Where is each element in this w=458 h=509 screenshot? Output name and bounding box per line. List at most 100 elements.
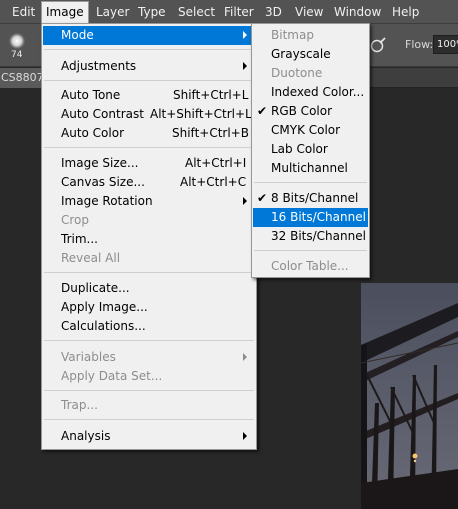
separator: [44, 340, 254, 341]
menu-view[interactable]: View: [295, 0, 323, 24]
menu-filter[interactable]: Filter: [224, 0, 254, 24]
menu-item-grayscale[interactable]: Grayscale: [253, 45, 368, 64]
submenu-arrow-icon: [243, 353, 247, 361]
separator: [44, 272, 254, 273]
menu-item-canvas-size[interactable]: Canvas Size... Alt+Ctrl+C: [43, 173, 255, 192]
cmyk-color-label: CMYK Color: [271, 123, 341, 137]
analysis-label: Analysis: [61, 429, 111, 443]
image-menu: Mode Adjustments Auto Tone Shift+Ctrl+L …: [41, 23, 257, 450]
airbrush-icon[interactable]: [369, 36, 387, 54]
checkmark-icon: ✔: [257, 191, 268, 205]
adjustments-label: Adjustments: [61, 59, 137, 73]
menu-item-indexed-color[interactable]: Indexed Color...: [253, 83, 368, 102]
menu-item-trim[interactable]: Trim...: [43, 230, 255, 249]
flow-input[interactable]: 100%: [433, 35, 458, 54]
menu-select[interactable]: Select: [178, 0, 215, 24]
image-size-label: Image Size...: [61, 156, 139, 170]
mode-submenu: Bitmap Grayscale Duotone Indexed Color..…: [251, 23, 370, 278]
photoshop-window: Edit Image Layer Type Select Filter 3D V…: [0, 0, 458, 509]
menu-help[interactable]: Help: [392, 0, 419, 24]
menu-item-reveal-all[interactable]: Reveal All: [43, 249, 255, 268]
auto-color-label: Auto Color: [61, 126, 125, 140]
color-table-label: Color Table...: [271, 259, 349, 273]
menu-item-calculations[interactable]: Calculations...: [43, 317, 255, 336]
menu-type[interactable]: Type: [138, 0, 166, 24]
flow-label: Flow:: [405, 38, 434, 51]
menu-item-16-bits[interactable]: 16 Bits/Channel: [253, 208, 368, 227]
image-size-shortcut: Alt+Ctrl+I: [185, 156, 247, 170]
checkmark-icon: ✔: [257, 104, 268, 118]
menu-item-crop[interactable]: Crop: [43, 211, 255, 230]
submenu-arrow-icon: [243, 31, 247, 39]
menu-item-adjustments[interactable]: Adjustments: [43, 57, 255, 76]
menu-bar: Edit Image Layer Type Select Filter 3D V…: [0, 0, 458, 24]
16-bits-label: 16 Bits/Channel: [271, 210, 366, 224]
apply-data-set-label: Apply Data Set...: [61, 369, 163, 383]
trap-label: Trap...: [61, 398, 98, 412]
menu-item-duplicate[interactable]: Duplicate...: [43, 279, 255, 298]
multichannel-label: Multichannel: [271, 161, 348, 175]
menu-item-analysis[interactable]: Analysis: [43, 427, 255, 446]
menu-item-mode[interactable]: Mode: [43, 26, 255, 45]
menu-item-duotone[interactable]: Duotone: [253, 64, 368, 83]
32-bits-label: 32 Bits/Channel: [271, 229, 366, 243]
menu-item-color-table[interactable]: Color Table...: [253, 257, 368, 276]
auto-contrast-shortcut: Alt+Shift+Ctrl+L: [150, 107, 252, 121]
menu-item-multichannel[interactable]: Multichannel: [253, 159, 368, 178]
photo-bridge-image: [361, 283, 458, 509]
menu-item-cmyk-color[interactable]: CMYK Color: [253, 121, 368, 140]
menu-image[interactable]: Image: [41, 1, 89, 24]
menu-window[interactable]: Window: [334, 0, 381, 24]
menu-item-apply-image[interactable]: Apply Image...: [43, 298, 255, 317]
menu-item-auto-tone[interactable]: Auto Tone Shift+Ctrl+L: [43, 86, 255, 105]
menu-item-rgb-color[interactable]: ✔ RGB Color: [253, 102, 368, 121]
grayscale-label: Grayscale: [271, 47, 331, 61]
auto-tone-label: Auto Tone: [61, 88, 121, 102]
brush-preset-icon[interactable]: [7, 32, 27, 52]
auto-color-shortcut: Shift+Ctrl+B: [172, 126, 249, 140]
mode-label: Mode: [61, 28, 94, 42]
lab-color-label: Lab Color: [271, 142, 328, 156]
menu-item-image-rotation[interactable]: Image Rotation: [43, 192, 255, 211]
separator: [44, 147, 254, 148]
menu-item-lab-color[interactable]: Lab Color: [253, 140, 368, 159]
image-rotation-label: Image Rotation: [61, 194, 153, 208]
separator: [254, 182, 367, 183]
brush-size-label: 74: [11, 50, 23, 60]
separator: [254, 250, 367, 251]
auto-tone-shortcut: Shift+Ctrl+L: [173, 88, 249, 102]
variables-label: Variables: [61, 350, 116, 364]
menu-item-trap[interactable]: Trap...: [43, 396, 255, 415]
separator: [44, 80, 254, 81]
trim-label: Trim...: [61, 232, 98, 246]
reveal-all-label: Reveal All: [61, 251, 121, 265]
menu-item-apply-data-set[interactable]: Apply Data Set...: [43, 367, 255, 386]
indexed-color-label: Indexed Color...: [271, 85, 365, 99]
calculations-label: Calculations...: [61, 319, 146, 333]
bitmap-label: Bitmap: [271, 28, 314, 42]
menu-layer[interactable]: Layer: [96, 0, 129, 24]
submenu-arrow-icon: [243, 197, 247, 205]
canvas-size-shortcut: Alt+Ctrl+C: [180, 175, 247, 189]
menu-item-8-bits[interactable]: ✔ 8 Bits/Channel: [253, 189, 368, 208]
8-bits-label: 8 Bits/Channel: [271, 191, 359, 205]
separator: [44, 419, 254, 420]
menu-item-auto-color[interactable]: Auto Color Shift+Ctrl+B: [43, 124, 255, 143]
duplicate-label: Duplicate...: [61, 281, 130, 295]
menu-item-auto-contrast[interactable]: Auto Contrast Alt+Shift+Ctrl+L: [43, 105, 255, 124]
apply-image-label: Apply Image...: [61, 300, 148, 314]
crop-label: Crop: [61, 213, 90, 227]
menu-item-bitmap[interactable]: Bitmap: [253, 26, 368, 45]
menu-edit[interactable]: Edit: [12, 0, 35, 24]
submenu-arrow-icon: [243, 62, 247, 70]
submenu-arrow-icon: [243, 432, 247, 440]
menu-item-32-bits[interactable]: 32 Bits/Channel: [253, 227, 368, 246]
auto-contrast-label: Auto Contrast: [61, 107, 144, 121]
menu-item-image-size[interactable]: Image Size... Alt+Ctrl+I: [43, 154, 255, 173]
separator: [44, 49, 254, 50]
menu-item-variables[interactable]: Variables: [43, 348, 255, 367]
menu-3d[interactable]: 3D: [265, 0, 282, 24]
duotone-label: Duotone: [271, 66, 323, 80]
separator: [44, 390, 254, 391]
rgb-color-label: RGB Color: [271, 104, 333, 118]
